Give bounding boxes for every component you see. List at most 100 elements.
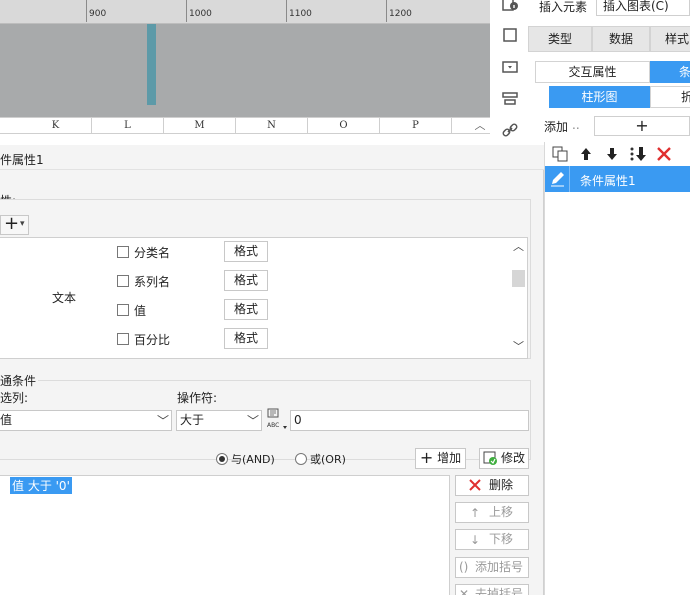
series-format-button[interactable]: 格式 (224, 270, 268, 291)
column-header-cell[interactable]: K (20, 118, 92, 133)
subtab-interaction[interactable]: 交互属性 (535, 61, 650, 83)
column-header-cell[interactable]: L (92, 118, 164, 133)
modify-button[interactable]: 修改 (479, 448, 529, 469)
scroll-up-arrow-icon[interactable]: ︿ (470, 117, 490, 134)
abc-formula-icon[interactable]: ABC (266, 407, 288, 431)
or-radio[interactable] (295, 453, 307, 465)
category-format-button[interactable]: 格式 (224, 241, 268, 262)
add-bracket-button[interactable]: () 添加括号 (455, 557, 529, 578)
value-checkbox[interactable] (117, 304, 129, 316)
operator-value: 大于 (180, 413, 205, 427)
scroll-down-icon[interactable]: ﹀ (513, 338, 524, 354)
border-icon[interactable] (500, 26, 520, 46)
and-radio-label: 与(AND) (231, 453, 275, 466)
props-scrollbar[interactable]: ︿ ﹀ (510, 238, 527, 358)
filter-col-label: 可选列: (0, 391, 29, 405)
down-arrow-icon: ↓ (470, 533, 481, 547)
and-radio[interactable] (216, 453, 228, 465)
condition-list-panel: 条件属性1 (544, 142, 690, 595)
plus-icon: + (419, 448, 434, 467)
insert-element-label[interactable]: 插入元素 (539, 0, 587, 15)
link-icon[interactable] (500, 121, 520, 141)
copy-icon[interactable] (551, 146, 569, 164)
dropdown-icon[interactable] (500, 58, 520, 78)
remove-bracket-icon: ✕ (459, 587, 470, 595)
condition-value-input[interactable]: 0 (290, 410, 529, 431)
subtab-condition[interactable]: 条 (650, 61, 690, 83)
condition-group-label: 普通条件 (0, 372, 39, 389)
ruler-label: 1000 (189, 9, 212, 19)
side-icon-toolbar (490, 0, 528, 145)
add-condition-entry-button[interactable]: + 增加 (415, 448, 466, 469)
design-canvas[interactable]: 900 1000 1100 1200 (0, 0, 490, 118)
ruler-tick (186, 0, 187, 22)
ruler-label: 1100 (289, 9, 312, 19)
percent-checkbox[interactable] (117, 333, 129, 345)
info-icon[interactable] (500, 0, 520, 16)
operator-select[interactable]: 大于 ﹀ (176, 410, 262, 431)
remove-bracket-button[interactable]: ✕ 去掉括号 (455, 584, 529, 595)
tab-style[interactable]: 样式 (650, 26, 690, 52)
category-name-label: 分类名 (134, 246, 171, 260)
insert-chart-button[interactable]: 插入图表(C) (596, 0, 690, 16)
percent-label: 百分比 (134, 333, 171, 347)
insert-chart-label: 插入图表(C) (603, 0, 669, 13)
list-toolbar (545, 142, 690, 166)
add-condition-button[interactable]: + (594, 116, 690, 136)
plus-icon: + (4, 213, 20, 234)
condition-property-dialog: 条件属性1 属性: + ▾ 文本 分类名 格式 系列名 格式 值 格式 百分比 … (0, 145, 544, 595)
up-arrow-icon: ↑ (470, 506, 481, 520)
add-button-label: 增加 (437, 451, 462, 465)
svg-text:ABC: ABC (267, 422, 279, 429)
move-up-button[interactable]: ↑ 上移 (455, 502, 529, 523)
ruler-label: 900 (89, 9, 107, 19)
tab-data[interactable]: 数据 (592, 26, 650, 52)
ruler-label: 1200 (389, 9, 412, 19)
list-item[interactable]: 条件属性1 (545, 166, 690, 192)
dialog-title-bar: 条件属性1 (0, 145, 544, 170)
series-name-label: 系列名 (134, 275, 171, 289)
layout-icon[interactable] (500, 90, 520, 110)
move-down-button[interactable]: ↓ 下移 (455, 529, 529, 550)
column-header-cell[interactable]: N (236, 118, 308, 133)
canvas-selection-marker[interactable] (147, 24, 156, 105)
chevron-down-icon: ▾ (20, 219, 25, 229)
add-prop-dropdown[interactable]: + ▾ (0, 213, 29, 235)
series-name-checkbox[interactable] (117, 275, 129, 287)
bracket-icon: () (459, 560, 469, 574)
value-format-button[interactable]: 格式 (224, 299, 268, 320)
filter-column-select[interactable]: 值 ﹀ (0, 410, 172, 431)
column-header-cell[interactable]: O (308, 118, 380, 133)
edit-icon[interactable] (545, 166, 570, 192)
delete-icon (468, 478, 482, 498)
column-header-cell[interactable]: M (164, 118, 236, 133)
horizontal-ruler: 900 1000 1100 1200 (0, 0, 490, 24)
tab-type[interactable]: 类型 (528, 26, 592, 52)
scroll-up-icon[interactable]: ︿ (513, 238, 524, 254)
dialog-title: 条件属性1 (0, 153, 44, 167)
operator-label: 操作符: (177, 391, 218, 405)
or-radio-label: 或(OR) (310, 453, 346, 466)
up-arrow-icon[interactable] (577, 146, 595, 164)
chart-tab-column[interactable]: 柱形图 (549, 86, 650, 108)
scroll-thumb[interactable] (512, 270, 525, 287)
add-bracket-label: 添加括号 (474, 560, 523, 574)
chevron-down-icon: ﹀ (246, 414, 259, 428)
down-arrow-icon[interactable] (603, 146, 621, 164)
category-name-checkbox[interactable] (117, 246, 129, 258)
condition-entry[interactable]: 值 大于 '0' (10, 477, 72, 494)
chart-tab-line[interactable]: 折 (650, 86, 690, 108)
modify-icon (483, 451, 498, 472)
text-prop-label: 文本 (52, 291, 77, 305)
designer-window: { "ruler": { "labels": ["900", "1000", "… (0, 0, 690, 595)
chart-property-panel: 插入元素 插入图表(C) 类型 数据 样式 交互属性 条 柱形图 折 添加 ..… (528, 0, 690, 145)
ruler-tick (386, 0, 387, 22)
ruler-tick (286, 0, 287, 22)
delete-condition-button[interactable]: 删除 (455, 475, 529, 496)
sort-icon[interactable] (629, 146, 647, 164)
delete-icon[interactable] (655, 146, 673, 164)
column-header-cell[interactable]: P (380, 118, 452, 133)
filter-column-value: 值 (0, 413, 13, 427)
percent-format-button[interactable]: 格式 (224, 328, 268, 349)
add-label: 添加 (544, 120, 569, 134)
